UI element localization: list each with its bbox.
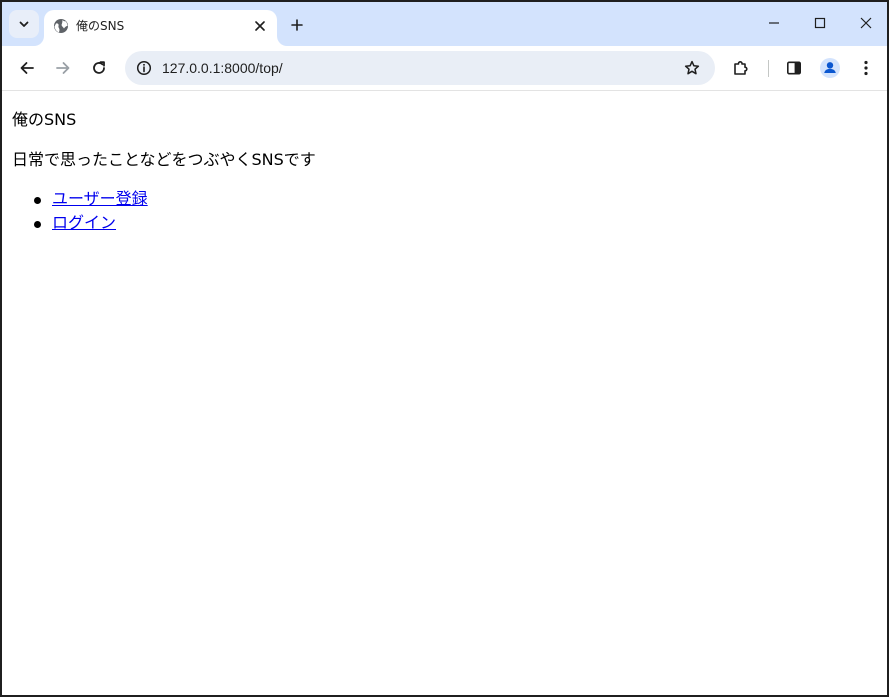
kebab-menu-icon (864, 60, 868, 76)
forward-arrow-icon (56, 62, 70, 74)
maximize-button[interactable] (797, 8, 843, 38)
site-title: 俺のSNS (12, 110, 77, 129)
close-window-button[interactable] (843, 8, 887, 38)
side-panel-icon (786, 61, 801, 75)
list-item: ログイン (12, 212, 148, 236)
tab-search-button[interactable] (9, 10, 39, 38)
tab-active[interactable]: 俺のSNS (44, 10, 277, 46)
minimize-button[interactable] (751, 8, 797, 38)
puzzle-icon (734, 61, 748, 75)
tab-strip: 俺のSNS (2, 2, 887, 46)
bullet-icon (34, 221, 41, 228)
info-icon (136, 60, 152, 76)
maximize-icon (814, 17, 826, 29)
login-link[interactable]: ログイン (52, 213, 116, 232)
toolbar-separator (768, 60, 769, 77)
globe-icon (54, 19, 68, 33)
plus-icon (291, 19, 303, 31)
browser-window: 俺のSNS 127.0.0.1:8000/top/ 俺のSNS 日常で思ったこと… (0, 0, 889, 697)
bullet-icon (34, 197, 41, 204)
browser-menu-button[interactable] (851, 53, 881, 83)
reload-button[interactable] (84, 53, 114, 83)
back-button[interactable] (12, 53, 42, 83)
profile-button[interactable] (815, 53, 845, 83)
close-tab-button[interactable] (251, 17, 269, 35)
address-bar[interactable]: 127.0.0.1:8000/top/ (125, 51, 715, 85)
back-arrow-icon (20, 62, 34, 74)
list-item: ユーザー登録 (12, 188, 148, 212)
minimize-icon (769, 22, 779, 24)
toolbar: 127.0.0.1:8000/top/ (2, 46, 887, 91)
chevron-down-icon (19, 21, 29, 27)
forward-button[interactable] (48, 53, 78, 83)
new-tab-button[interactable] (285, 13, 309, 37)
star-icon (684, 60, 700, 75)
close-icon (860, 17, 872, 29)
profile-icon (820, 58, 840, 78)
url-text[interactable]: 127.0.0.1:8000/top/ (162, 60, 283, 76)
site-description: 日常で思ったことなどをつぶやくSNSです (12, 150, 316, 169)
nav-link-list: ユーザー登録 ログイン (12, 188, 148, 236)
close-icon (255, 21, 265, 31)
reload-icon (93, 61, 105, 74)
register-link[interactable]: ユーザー登録 (52, 189, 148, 208)
tab-title: 俺のSNS (76, 19, 125, 33)
site-info-button[interactable] (131, 55, 157, 81)
extensions-button[interactable] (726, 53, 756, 83)
bookmark-button[interactable] (679, 55, 705, 81)
page-content: 俺のSNS 日常で思ったことなどをつぶやくSNSです ユーザー登録 ログイン (2, 92, 887, 695)
side-panel-button[interactable] (779, 53, 809, 83)
